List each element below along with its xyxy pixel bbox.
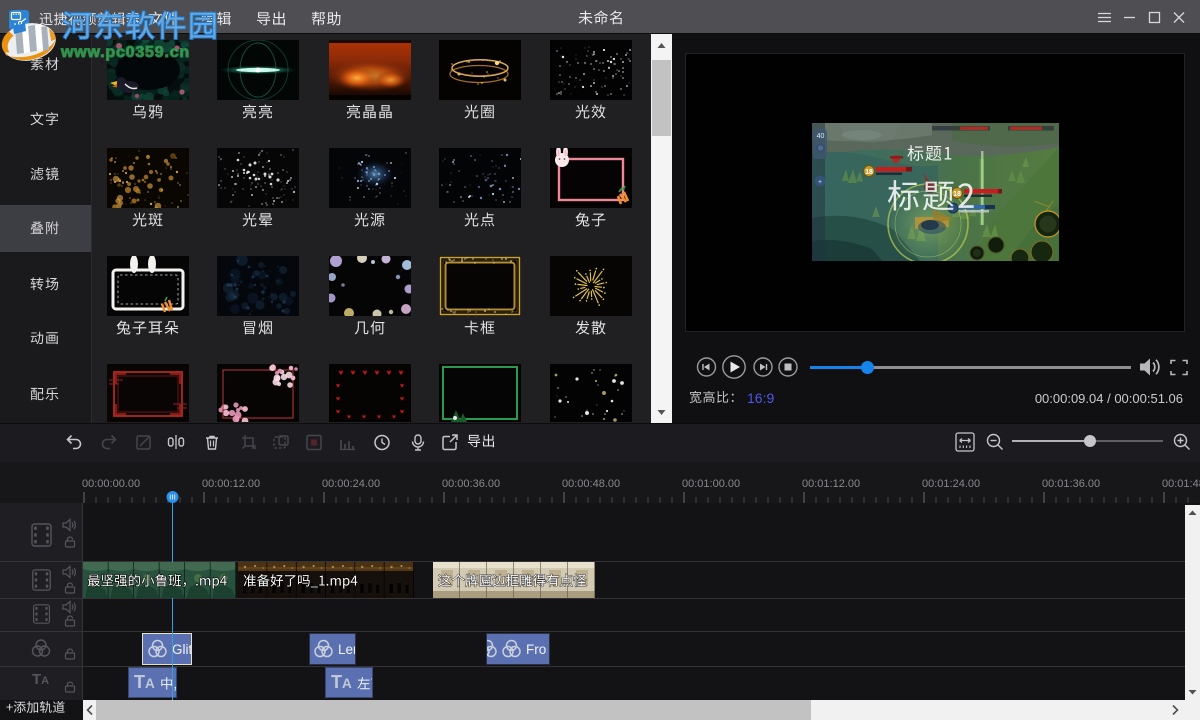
- svg-text:+: +: [818, 179, 822, 186]
- svg-text:18: 18: [865, 169, 873, 176]
- svg-text:40: 40: [817, 133, 825, 140]
